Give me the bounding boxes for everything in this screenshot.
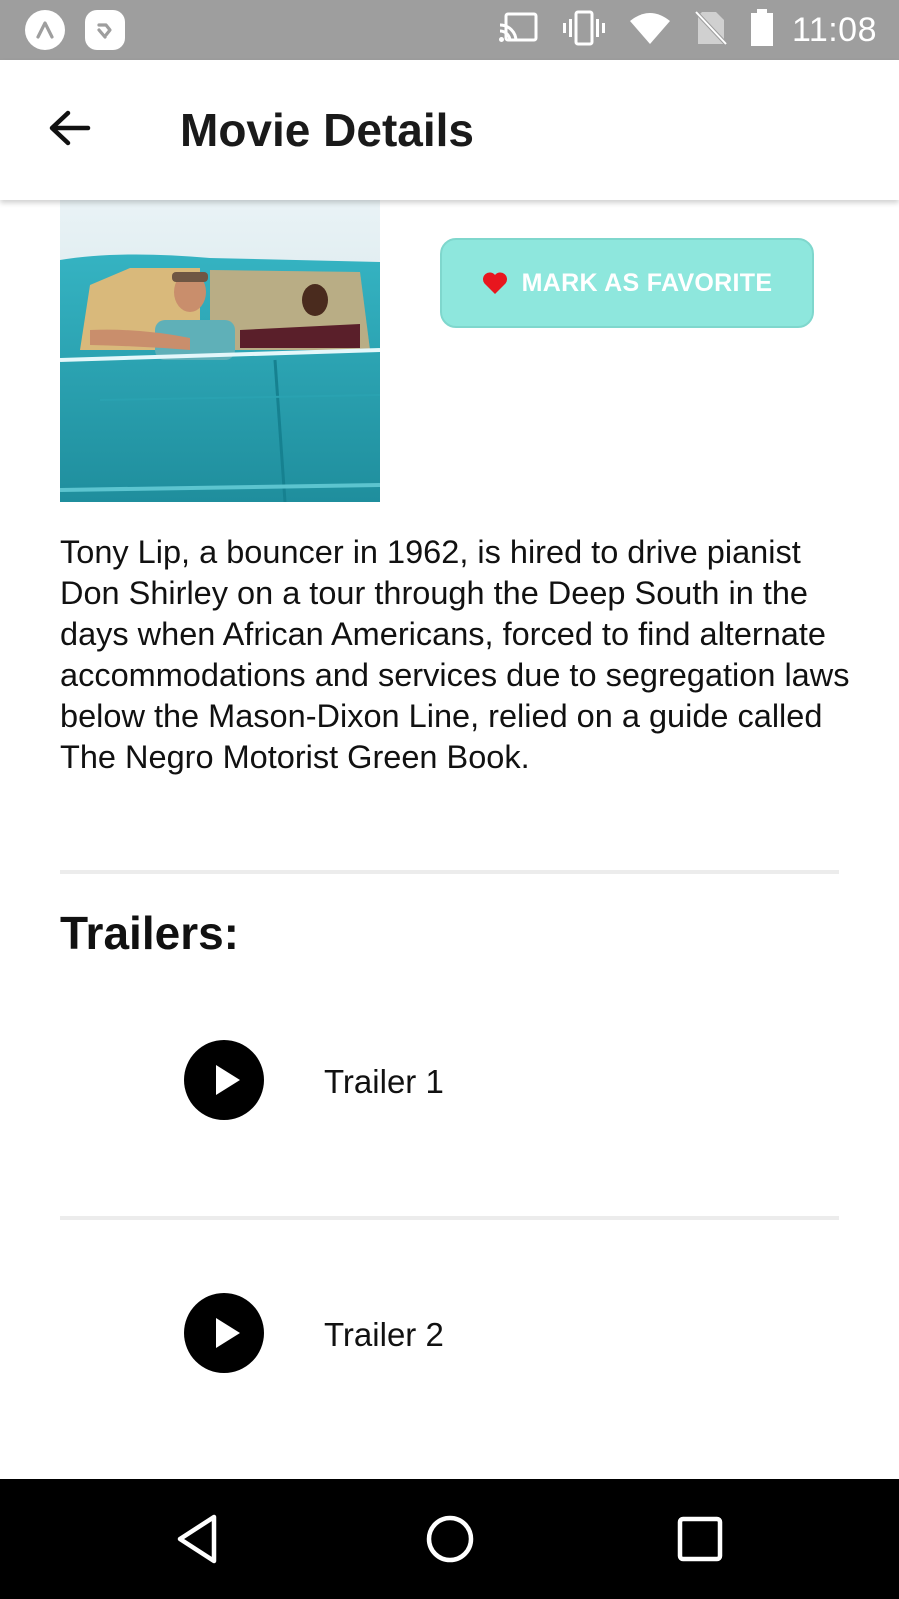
wifi-icon (628, 11, 672, 50)
movie-poster (60, 200, 380, 502)
trailer-item[interactable]: Trailer 1 (0, 1020, 899, 1140)
screen: 11:08 Movie Details MARK AS FAVORITE Ton… (0, 0, 899, 1599)
heart-icon (482, 271, 508, 295)
trailer-label: Trailer 2 (324, 1316, 444, 1353)
notification-app-icon (85, 10, 125, 50)
recents-square-icon[interactable] (670, 1509, 730, 1569)
divider (60, 1216, 839, 1220)
system-nav-bar (0, 1479, 899, 1599)
status-bar: 11:08 (0, 0, 899, 60)
movie-overview: Tony Lip, a bouncer in 1962, is hired to… (60, 534, 850, 775)
play-icon[interactable] (184, 1040, 264, 1120)
favorite-button-label: MARK AS FAVORITE (521, 268, 773, 297)
app-a-icon (25, 10, 65, 50)
page-title: Movie Details (180, 104, 474, 156)
back-triangle-icon[interactable] (170, 1509, 230, 1569)
home-circle-icon[interactable] (420, 1509, 480, 1569)
trailer-label: Trailer 1 (324, 1063, 444, 1100)
trailer-item[interactable]: Trailer 2 (0, 1273, 899, 1393)
battery-icon (750, 8, 774, 52)
divider (60, 870, 839, 874)
play-icon[interactable] (184, 1293, 264, 1373)
vibrate-icon (562, 10, 606, 51)
trailers-heading: Trailers: (60, 907, 239, 959)
arrow-back-icon (49, 110, 91, 146)
status-icons: 11:08 (476, 0, 877, 60)
mark-as-favorite-button[interactable]: MARK AS FAVORITE (440, 238, 814, 328)
status-time: 11:08 (791, 10, 877, 49)
back-button[interactable] (40, 100, 100, 160)
no-sim-icon (694, 10, 728, 51)
cast-icon (498, 11, 540, 50)
app-bar: Movie Details (0, 60, 899, 200)
